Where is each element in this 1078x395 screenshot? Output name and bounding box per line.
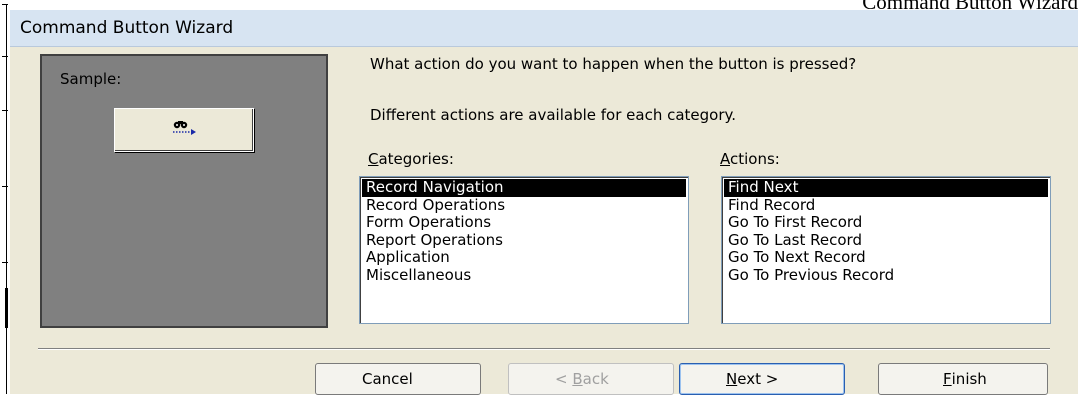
command-button-wizard-dialog: Command Button Wizard Sample: What actio… (10, 10, 1078, 395)
button-separator (38, 348, 1050, 350)
back-button[interactable]: < Back (508, 363, 674, 395)
dialog-titlebar[interactable]: Command Button Wizard (10, 10, 1078, 47)
sample-panel: Sample: (40, 54, 328, 328)
category-item[interactable]: Application (362, 248, 686, 267)
category-item[interactable]: Miscellaneous (362, 266, 686, 285)
action-item[interactable]: Go To Previous Record (724, 266, 1048, 285)
wizard-subprompt: Different actions are available for each… (370, 106, 737, 124)
wizard-prompt: What action do you want to happen when t… (370, 55, 857, 73)
action-item[interactable]: Find Record (724, 196, 1048, 215)
next-button[interactable]: Next > (679, 363, 845, 395)
category-item[interactable]: Form Operations (362, 213, 686, 232)
action-item[interactable]: Go To Last Record (724, 231, 1048, 250)
action-item[interactable]: Go To First Record (724, 213, 1048, 232)
categories-label: Categories: (368, 150, 454, 168)
sample-label: Sample: (60, 70, 122, 88)
finish-button[interactable]: Finish (878, 363, 1048, 395)
cancel-button[interactable]: Cancel (315, 363, 481, 395)
categories-listbox[interactable]: Record Navigation Record Operations Form… (359, 176, 689, 324)
action-item[interactable]: Find Next (724, 178, 1048, 197)
actions-label: Actions: (720, 150, 780, 168)
category-item[interactable]: Record Navigation (362, 178, 686, 197)
sample-button-preview (114, 108, 254, 152)
action-item[interactable]: Go To Next Record (724, 248, 1048, 267)
category-item[interactable]: Report Operations (362, 231, 686, 250)
dialog-title: Command Button Wizard (20, 18, 234, 38)
category-item[interactable]: Record Operations (362, 196, 686, 215)
actions-listbox[interactable]: Find Next Find Record Go To First Record… (721, 176, 1051, 324)
